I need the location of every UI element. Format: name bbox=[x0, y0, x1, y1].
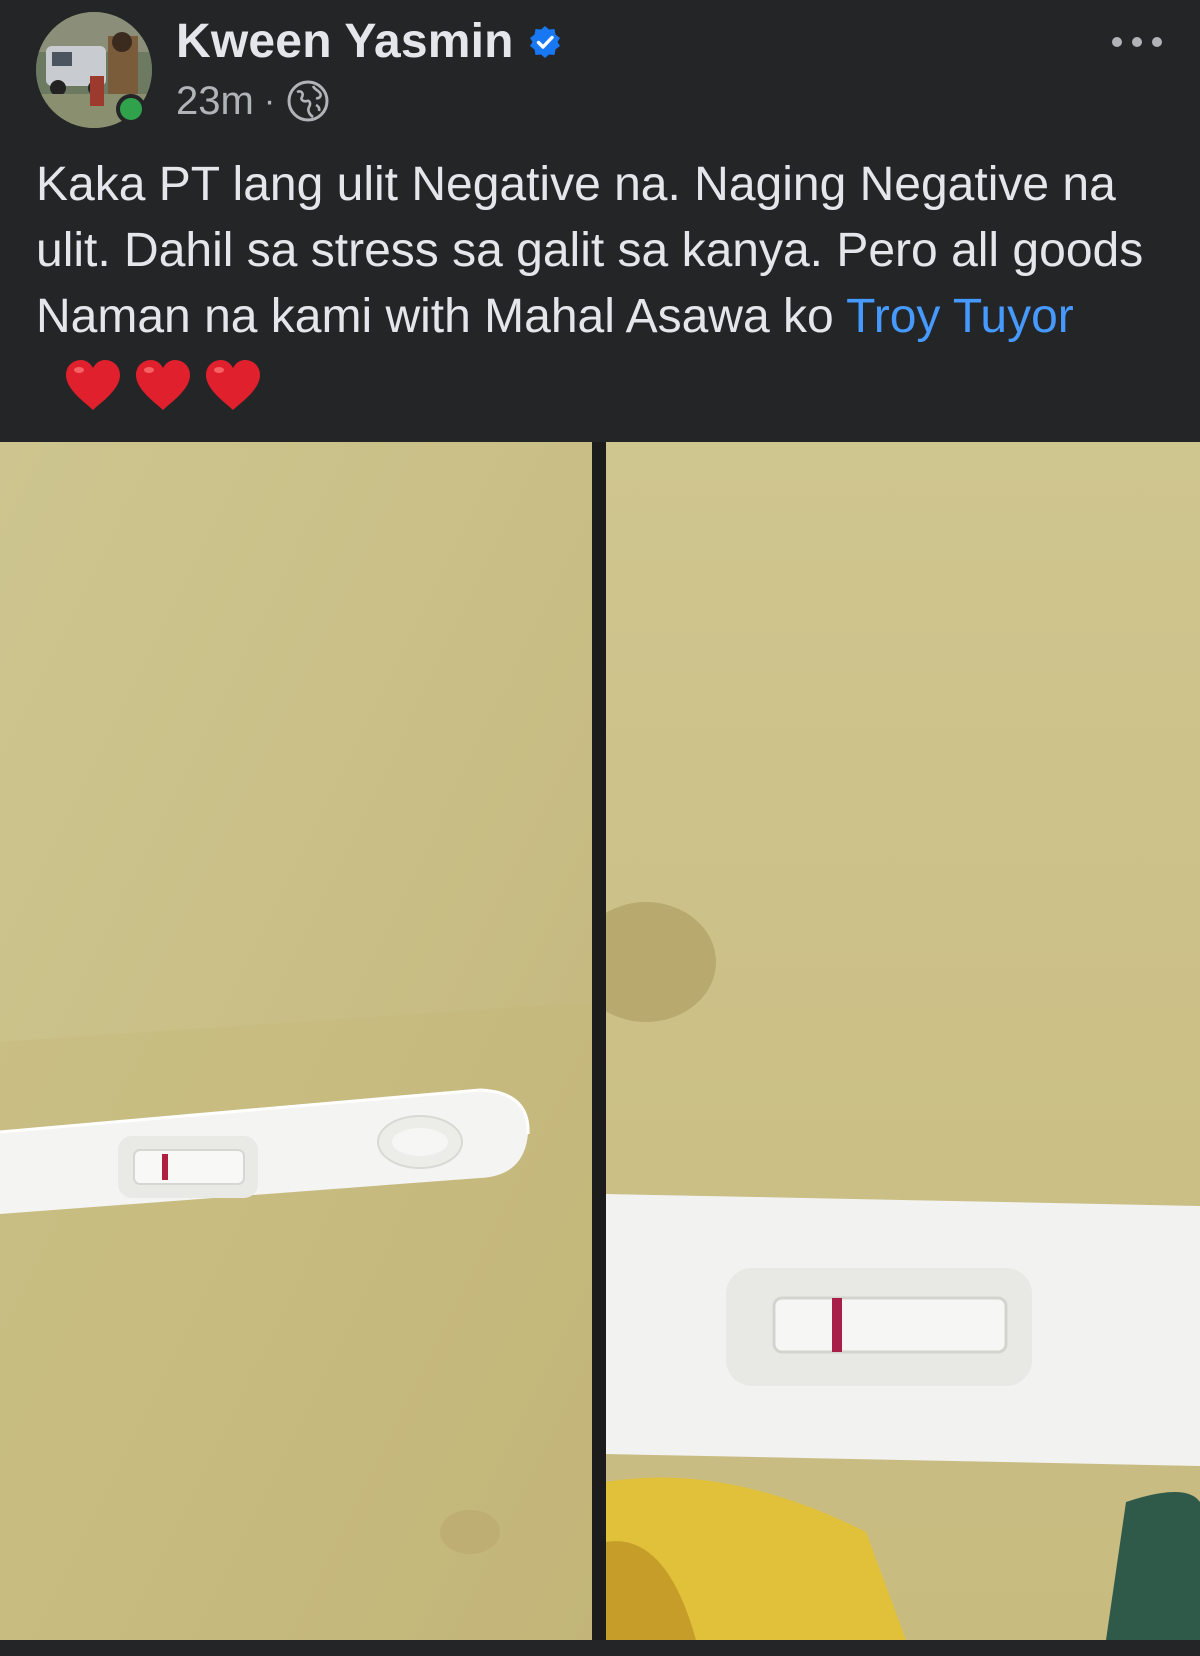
verified-badge-icon bbox=[529, 25, 560, 58]
post-header: Kween Yasmin 23m · bbox=[0, 0, 1200, 140]
post-text: Kaka PT lang ulit Negative na. Naging Ne… bbox=[36, 152, 1146, 416]
post-timestamp[interactable]: 23m bbox=[176, 79, 254, 124]
pregnancy-test-photo-1[interactable] bbox=[0, 442, 592, 1640]
heart-icon bbox=[136, 360, 190, 411]
post-meta: 23m · bbox=[176, 78, 331, 124]
test-strip-2 bbox=[606, 1194, 1200, 1466]
mention-link[interactable]: Troy Tuyor bbox=[846, 290, 1074, 343]
hearts-emoji-group bbox=[62, 356, 272, 411]
meta-separator: · bbox=[263, 81, 276, 120]
photo-grid bbox=[0, 442, 1200, 1640]
author-line: Kween Yasmin bbox=[176, 14, 562, 69]
more-options-icon[interactable] bbox=[1112, 30, 1162, 54]
dot bbox=[1152, 37, 1162, 47]
heart-icon bbox=[206, 360, 260, 411]
online-status-indicator bbox=[116, 94, 146, 124]
heart-icon bbox=[66, 360, 120, 411]
globe-icon[interactable] bbox=[285, 78, 331, 124]
pregnancy-test-photo-2[interactable] bbox=[606, 442, 1200, 1640]
dot bbox=[1112, 37, 1122, 47]
feed-post: Kween Yasmin 23m · Kaka PT lang ulit Neg… bbox=[0, 0, 1200, 1656]
author-name[interactable]: Kween Yasmin bbox=[176, 14, 514, 69]
dot bbox=[1132, 37, 1142, 47]
